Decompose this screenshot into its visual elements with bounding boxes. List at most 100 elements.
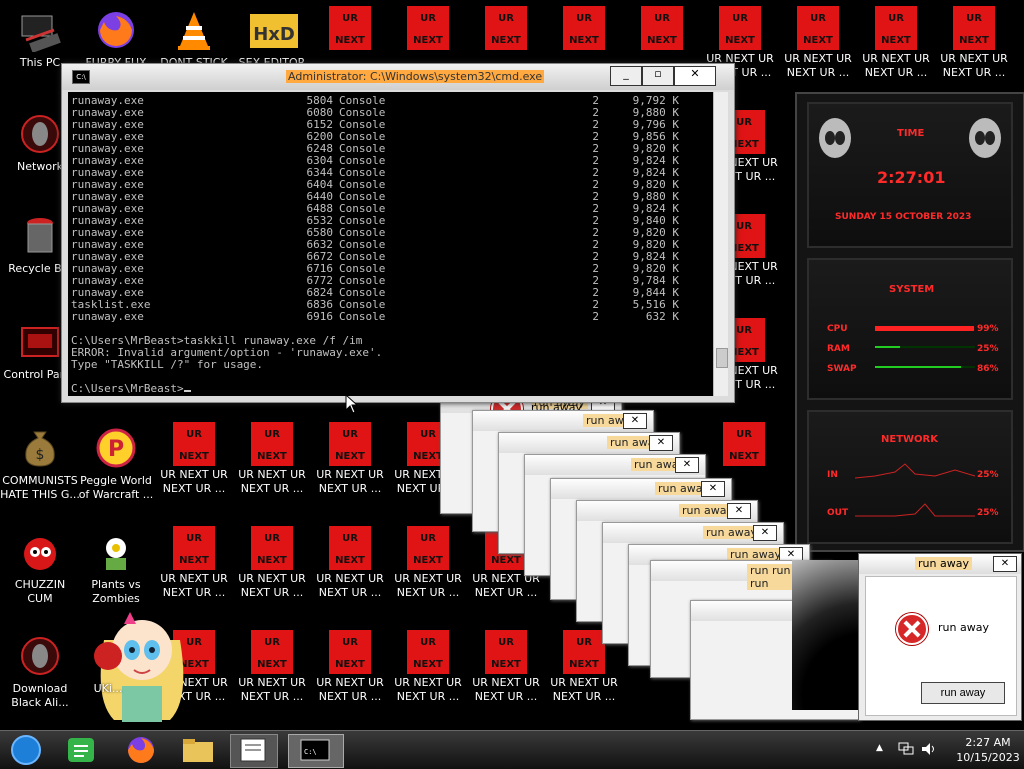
ur-next-icon[interactable]: UR NEXT [312,6,388,52]
session-number: 2 [592,298,599,311]
close-icon[interactable]: ✕ [674,66,716,86]
ur-next-icon[interactable]: UR NEXT [624,6,700,52]
swap-bar [875,366,975,368]
hxd-editor-icon: HxD [250,8,298,52]
tasklist-row: runaway.exe 6672 Console 2 9,824 K [71,251,714,263]
ur-next-image: UR NEXT [251,526,293,570]
ur-text: UR [342,13,358,24]
ur-next-icon[interactable]: UR NEXT UR NEXT UR NEXT UR ... [390,526,466,600]
ur-next-icon[interactable]: UR NEXT UR NEXT UR NEXT UR ... [312,422,388,496]
icon-label: UR NEXT UR NEXT UR ... [550,676,618,703]
cmd-window[interactable]: C:\ Administrator: C:\Windows\system32\c… [61,63,735,403]
close-icon[interactable]: ✕ [649,435,673,451]
taskbar-notepad-window[interactable] [230,734,278,768]
cmd-titlebar[interactable]: C:\ Administrator: C:\Windows\system32\c… [62,64,734,90]
tasklist-row: runaway.exe 5804 Console 2 9,792 K [71,95,714,107]
desktop-icon-peggle[interactable]: P Peggle World of Warcraft ... [78,426,154,502]
alien-download-icon [18,634,62,678]
ur-text: UR [576,637,592,648]
next-text: NEXT [491,35,521,46]
taskbar-file-explorer[interactable] [180,734,216,766]
taskbar-firefox[interactable] [124,734,160,766]
ur-next-icon[interactable]: UR NEXT UR NEXT UR NEXT UR ... [312,630,388,704]
ur-next-icon[interactable]: UR NEXT UR NEXT UR NEXT UR ... [390,630,466,704]
session-number: 2 [592,166,599,179]
icon-label: UR NEXT UR NEXT UR ... [316,676,384,703]
next-text: NEXT [491,659,521,670]
scrollbar-thumb[interactable] [716,348,728,368]
close-icon[interactable]: ✕ [993,556,1017,572]
next-text: NEXT [729,451,759,462]
ur-next-icon[interactable]: UR NEXT UR NEXT UR NEXT UR ... [780,6,856,80]
close-icon[interactable]: ✕ [701,481,725,497]
ur-next-image: UR NEXT [407,526,449,570]
peggle-icon: P [94,426,138,470]
close-icon[interactable]: ✕ [623,413,647,429]
ur-next-icon[interactable]: UR NEXT UR NEXT UR NEXT UR ... [234,422,310,496]
next-text: NEXT [257,659,287,670]
close-icon[interactable]: ✕ [675,457,699,473]
network-status-icon[interactable] [898,741,914,755]
desktop-icon-this-pc[interactable]: This PC [2,8,78,70]
dialog-titlebar: run away ✕ [859,554,1021,574]
desktop-icon-chuzzin[interactable]: CHUZZIN CUM [2,530,78,606]
ur-next-icon[interactable]: UR NEXT UR NEXT UR NEXT UR ... [858,6,934,80]
taskbar-cmd-window[interactable]: C:\ [288,734,344,768]
ur-next-icon[interactable]: UR NEXT UR NEXT UR NEXT UR ... [156,422,232,496]
taskbar-clock[interactable]: 2:27 AM 10/15/2023 [956,735,1020,765]
cmd-prompt-line[interactable]: C:\Users\MrBeast> [71,383,714,395]
ur-next-icon[interactable]: UR NEXT UR NEXT UR NEXT UR ... [936,6,1012,80]
next-text: NEXT [413,555,443,566]
ur-next-icon[interactable]: UR NEXT [390,6,466,52]
session-number: 2 [592,130,599,143]
money-bag-icon: $ [18,426,62,470]
ur-text: UR [498,13,514,24]
cmd-scrollbar[interactable] [713,92,728,396]
ur-text: UR [810,13,826,24]
start-button[interactable] [6,734,46,766]
net-out-graph [855,503,975,517]
desktop-icon-download-black-alien[interactable]: Download Black Ali... [0,634,80,710]
ur-next-icon[interactable]: UR NEXT UR NEXT UR NEXT UR ... [312,526,388,600]
cmd-output[interactable]: runaway.exe 5804 Console 2 9,792 K runaway.ex… [68,92,714,396]
cmd-window-controls: _ ▫ ✕ [610,66,720,86]
ur-next-icon[interactable]: UR NEXT [546,6,622,52]
tasklist-row: runaway.exe 6532 Console 2 9,840 K [71,215,714,227]
ur-next-icon[interactable]: UR NEXT UR NEXT UR NEXT UR ... [156,526,232,600]
close-icon[interactable]: ✕ [753,525,777,541]
ur-next-icon[interactable]: UR NEXT [706,422,782,468]
show-hidden-icons-icon[interactable]: ▲ [876,743,883,753]
ur-next-icon[interactable]: UR NEXT UR NEXT UR NEXT UR ... [234,526,310,600]
control-panel-icon [18,320,62,364]
icon-label: UKi... [93,682,123,695]
ur-next-icon[interactable]: UR NEXT UR NEXT UR NEXT UR ... [234,630,310,704]
ur-next-image: UR NEXT [329,6,371,50]
desktop-icon-sex-editor[interactable]: HxD SEX EDITOR [234,8,310,70]
tasklist-row: runaway.exe 6248 Console 2 9,820 K [71,143,714,155]
desktop-icon-plants-vs-zombies[interactable]: Plants vs Zombies [78,530,154,606]
ur-text: UR [420,13,436,24]
ur-next-image: UR NEXT [329,422,371,466]
desktop-icon-communists[interactable]: $ COMMUNISTS HATE THIS G... [0,426,80,502]
run-away-dialog[interactable]: run away ✕ run away run away [858,553,1022,721]
process-name: runaway.exe [71,310,144,323]
tasklist-row: runaway.exe 6304 Console 2 9,824 K [71,155,714,167]
icon-label: UR NEXT UR NEXT UR ... [940,52,1008,79]
ur-text: UR [420,637,436,648]
ur-next-image: UR NEXT [485,6,527,50]
desktop-icon-furry-fux[interactable]: FURRY FUX [78,8,154,70]
ur-next-image: UR NEXT [641,6,683,50]
firefox-icon [94,8,138,52]
minimize-icon[interactable]: _ [610,66,642,86]
ur-next-icon[interactable]: UR NEXT [468,6,544,52]
cpu-label: CPU [827,324,848,334]
icon-label: UR NEXT UR NEXT UR ... [862,52,930,79]
maximize-icon[interactable]: ▫ [642,66,674,86]
run-away-button[interactable]: run away [921,682,1005,704]
icon-label: Peggle World of Warcraft ... [78,474,154,501]
desktop-icon-partial[interactable]: UKi... [78,634,138,696]
volume-icon[interactable] [920,741,936,757]
taskbar-notes-app[interactable] [64,734,100,766]
close-icon[interactable]: ✕ [727,503,751,519]
ur-next-icon[interactable]: UR NEXT UR NEXT UR NEXT UR ... [468,630,544,704]
